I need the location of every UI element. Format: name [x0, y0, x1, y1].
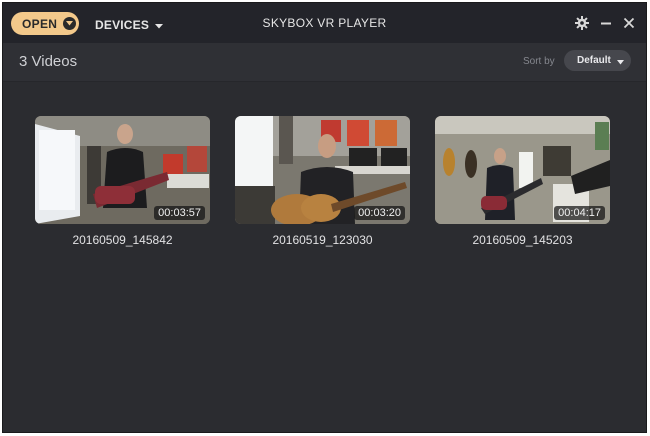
video-thumbnail[interactable]: 00:04:17 [435, 116, 610, 224]
app-window: OPEN DEVICES SKYBOX VR PLAYER 3 Videos S… [2, 2, 647, 433]
video-duration: 00:03:20 [354, 206, 405, 220]
app-title: SKYBOX VR PLAYER [262, 16, 387, 30]
video-card[interactable]: 00:03:20 20160519_123030 [235, 116, 410, 247]
video-title: 20160509_145203 [472, 233, 573, 247]
gear-icon[interactable] [574, 15, 590, 31]
sort-dropdown[interactable]: Default [564, 50, 631, 71]
video-card[interactable]: 00:03:57 20160509_145842 [35, 116, 210, 247]
video-duration: 00:04:17 [554, 206, 605, 220]
minimize-icon[interactable] [598, 15, 614, 31]
video-thumbnail[interactable]: 00:03:57 [35, 116, 210, 224]
sort-value: Default [577, 55, 611, 66]
video-card[interactable]: 00:04:17 20160509_145203 [435, 116, 610, 247]
library-toolbar: 3 Videos Sort by Default [3, 43, 646, 82]
close-icon[interactable] [621, 15, 637, 31]
video-title: 20160509_145842 [72, 233, 173, 247]
video-title: 20160519_123030 [272, 233, 373, 247]
caret-down-icon [616, 52, 624, 70]
video-thumbnail[interactable]: 00:03:20 [235, 116, 410, 224]
sort-label: Sort by [523, 56, 555, 67]
video-count: 3 Videos [19, 53, 78, 70]
title-bar: OPEN DEVICES SKYBOX VR PLAYER [3, 3, 646, 43]
video-duration: 00:03:57 [154, 206, 205, 220]
